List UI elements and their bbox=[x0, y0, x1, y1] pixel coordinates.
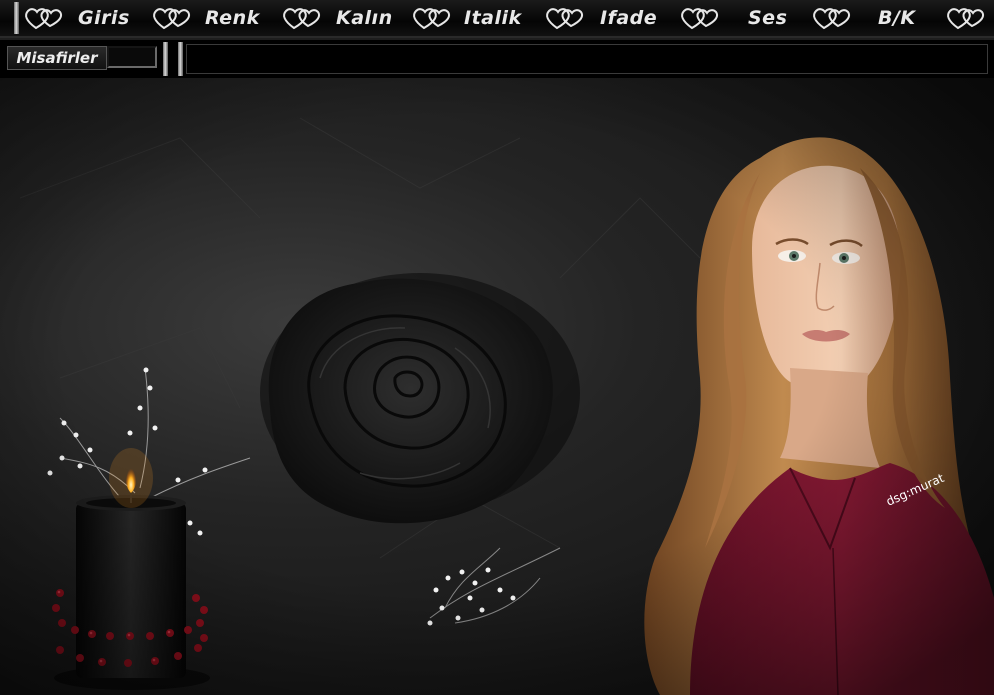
menu-item-giris[interactable]: Giris bbox=[78, 3, 130, 33]
guest-count-box bbox=[107, 46, 157, 68]
guests-label: Misafirler bbox=[7, 46, 107, 70]
menu-item-italik[interactable]: Italik bbox=[464, 3, 522, 33]
double-heart-icon bbox=[678, 4, 722, 32]
artwork-background: dsg:murat bbox=[0, 78, 994, 695]
menu-left-pipe bbox=[14, 2, 19, 34]
menu-item-kalin[interactable]: Kalın bbox=[336, 3, 393, 33]
menu-item-renk[interactable]: Renk bbox=[205, 3, 260, 33]
double-heart-icon bbox=[22, 4, 66, 32]
separator-pipe bbox=[178, 42, 183, 76]
double-heart-icon bbox=[410, 4, 454, 32]
double-heart-icon bbox=[280, 4, 324, 32]
menu-item-ses[interactable]: Ses bbox=[748, 3, 787, 33]
message-ticker bbox=[186, 44, 988, 74]
double-heart-icon bbox=[150, 4, 194, 32]
top-menu-bar: Giris Renk Kalın Italik Ifade Ses B/K bbox=[0, 0, 994, 38]
artwork-illustration bbox=[0, 78, 994, 695]
double-heart-icon bbox=[944, 4, 988, 32]
menu-item-bk[interactable]: B/K bbox=[878, 3, 916, 33]
double-heart-icon bbox=[810, 4, 854, 32]
guest-bar: Misafirler bbox=[0, 38, 994, 80]
double-heart-icon bbox=[543, 4, 587, 32]
separator-pipe bbox=[163, 42, 168, 76]
menu-item-ifade[interactable]: Ifade bbox=[600, 3, 657, 33]
